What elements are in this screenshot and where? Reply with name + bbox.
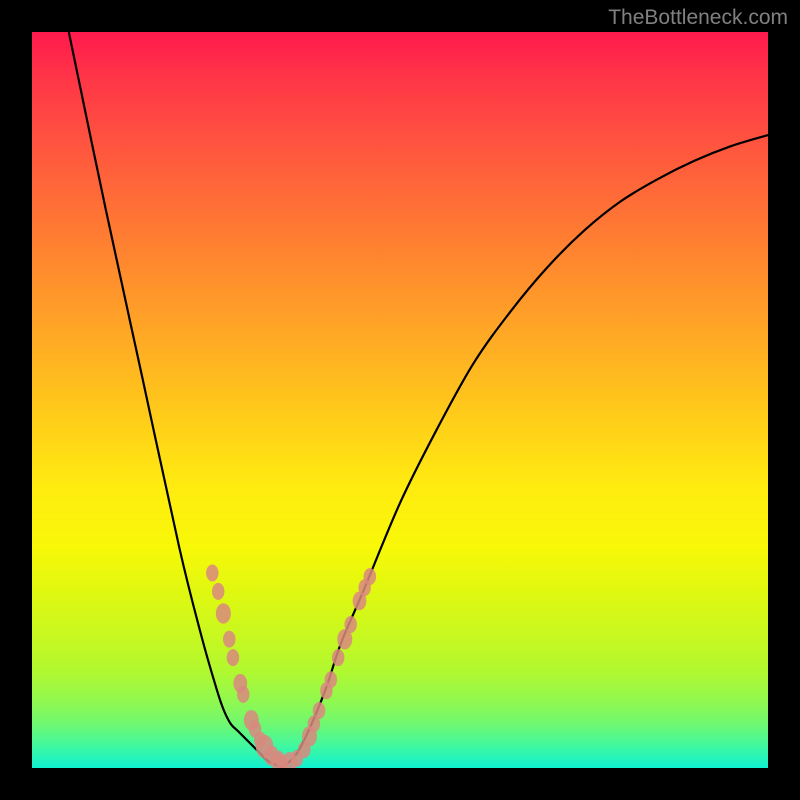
data-marker	[364, 568, 377, 585]
data-marker	[206, 564, 219, 581]
data-markers	[206, 564, 376, 768]
chart-svg	[32, 32, 768, 768]
left-branch-line	[69, 32, 282, 768]
right-branch-line	[282, 135, 768, 768]
watermark-text: TheBottleneck.com	[608, 6, 788, 30]
data-marker	[313, 702, 326, 719]
plot-area	[32, 32, 768, 768]
data-marker	[332, 649, 345, 666]
data-marker	[212, 583, 225, 600]
data-marker	[237, 686, 250, 703]
data-marker	[344, 616, 357, 633]
data-marker	[227, 649, 240, 666]
data-marker	[325, 671, 338, 688]
data-marker	[223, 631, 236, 648]
chart-container: TheBottleneck.com	[0, 0, 800, 800]
data-marker	[216, 603, 231, 623]
series-lines	[69, 32, 768, 768]
